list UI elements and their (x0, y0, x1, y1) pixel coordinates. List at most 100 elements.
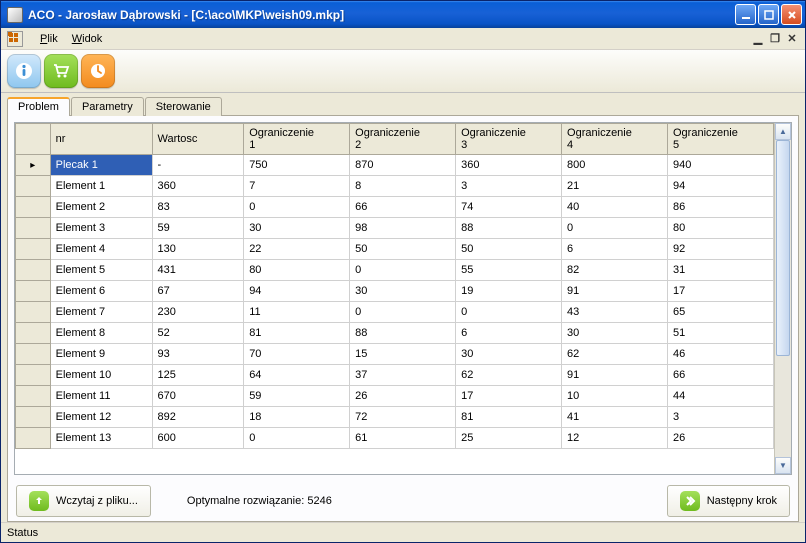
cell[interactable]: 70 (244, 344, 350, 365)
cell[interactable]: 750 (244, 155, 350, 176)
cell[interactable]: 30 (350, 281, 456, 302)
vertical-scrollbar[interactable]: ▲ ▼ (774, 123, 791, 474)
next-step-button[interactable]: Następny krok (667, 485, 790, 517)
cell[interactable]: 40 (562, 197, 668, 218)
cell[interactable]: 88 (456, 218, 562, 239)
cell[interactable]: 86 (668, 197, 774, 218)
row-header[interactable] (16, 302, 51, 323)
table-row[interactable]: Element 12892187281413 (16, 407, 774, 428)
cell[interactable]: 30 (456, 344, 562, 365)
cell[interactable]: 30 (244, 218, 350, 239)
cell[interactable]: 50 (350, 239, 456, 260)
table-row[interactable]: Element 723011004365 (16, 302, 774, 323)
cell[interactable]: 43 (562, 302, 668, 323)
cell[interactable]: 37 (350, 365, 456, 386)
cell[interactable]: 0 (456, 302, 562, 323)
cell[interactable]: 11 (244, 302, 350, 323)
cell[interactable]: Plecak 1 (50, 155, 152, 176)
cell[interactable]: 0 (350, 260, 456, 281)
row-header[interactable] (16, 386, 51, 407)
cell[interactable]: 21 (562, 176, 668, 197)
cell[interactable]: Element 5 (50, 260, 152, 281)
scroll-up-button[interactable]: ▲ (775, 123, 791, 140)
cell[interactable]: Element 3 (50, 218, 152, 239)
table-row[interactable]: Element 6679430199117 (16, 281, 774, 302)
cell[interactable]: Element 10 (50, 365, 152, 386)
clock-button[interactable] (81, 54, 115, 88)
cell[interactable]: 6 (456, 323, 562, 344)
cell[interactable]: - (152, 155, 244, 176)
table-row[interactable]: Element 13600061251226 (16, 428, 774, 449)
col-ogr1[interactable]: Ograniczenie1 (244, 124, 350, 155)
cell[interactable]: 80 (244, 260, 350, 281)
cell[interactable]: 0 (244, 428, 350, 449)
cell[interactable]: 62 (562, 344, 668, 365)
cell[interactable]: 870 (350, 155, 456, 176)
row-header[interactable] (16, 239, 51, 260)
scroll-down-button[interactable]: ▼ (775, 457, 791, 474)
col-wartosc[interactable]: Wartosc (152, 124, 244, 155)
cell[interactable]: 3 (668, 407, 774, 428)
cell[interactable]: Element 1 (50, 176, 152, 197)
cell[interactable]: 64 (244, 365, 350, 386)
cell[interactable]: 8 (350, 176, 456, 197)
cell[interactable]: Element 11 (50, 386, 152, 407)
cell[interactable]: 0 (562, 218, 668, 239)
cell[interactable]: 130 (152, 239, 244, 260)
row-header[interactable] (16, 365, 51, 386)
row-header[interactable] (16, 218, 51, 239)
cell[interactable]: Element 8 (50, 323, 152, 344)
cell[interactable]: 61 (350, 428, 456, 449)
table-row[interactable]: Element 5431800558231 (16, 260, 774, 281)
cell[interactable]: 431 (152, 260, 244, 281)
col-nr[interactable]: nr (50, 124, 152, 155)
cell[interactable]: 74 (456, 197, 562, 218)
cell[interactable]: 94 (244, 281, 350, 302)
cell[interactable]: 12 (562, 428, 668, 449)
mdi-close-button[interactable]: ✕ (785, 32, 799, 46)
cell[interactable]: 26 (350, 386, 456, 407)
tab-parametry[interactable]: Parametry (71, 97, 144, 116)
cell[interactable]: 3 (456, 176, 562, 197)
cell[interactable]: 125 (152, 365, 244, 386)
cell[interactable]: 82 (562, 260, 668, 281)
table-row[interactable]: Element 101256437629166 (16, 365, 774, 386)
table-row[interactable]: Plecak 1-750870360800940 (16, 155, 774, 176)
cell[interactable]: 15 (350, 344, 456, 365)
cell[interactable]: 81 (456, 407, 562, 428)
col-ogr2[interactable]: Ograniczenie2 (350, 124, 456, 155)
mdi-child-icon[interactable] (7, 31, 23, 47)
row-header[interactable] (16, 323, 51, 344)
row-header[interactable] (16, 281, 51, 302)
cell[interactable]: 52 (152, 323, 244, 344)
table-row[interactable]: Element 852818863051 (16, 323, 774, 344)
col-ogr4[interactable]: Ograniczenie4 (562, 124, 668, 155)
cell[interactable]: Element 4 (50, 239, 152, 260)
minimize-button[interactable] (735, 4, 756, 25)
cell[interactable]: 94 (668, 176, 774, 197)
scroll-thumb[interactable] (776, 140, 790, 356)
cell[interactable]: 98 (350, 218, 456, 239)
cell[interactable]: 0 (350, 302, 456, 323)
cell[interactable]: 670 (152, 386, 244, 407)
cell[interactable]: 17 (668, 281, 774, 302)
cell[interactable]: Element 6 (50, 281, 152, 302)
cell[interactable]: 80 (668, 218, 774, 239)
cell[interactable]: 31 (668, 260, 774, 281)
cell[interactable]: 30 (562, 323, 668, 344)
cell[interactable]: Element 7 (50, 302, 152, 323)
cell[interactable]: Element 12 (50, 407, 152, 428)
data-grid[interactable]: nr Wartosc Ograniczenie1 Ograniczenie2 O… (14, 122, 792, 475)
cell[interactable]: 10 (562, 386, 668, 407)
cell[interactable]: 65 (668, 302, 774, 323)
row-header[interactable] (16, 197, 51, 218)
cell[interactable]: 91 (562, 281, 668, 302)
cell[interactable]: 81 (244, 323, 350, 344)
cell[interactable]: 66 (668, 365, 774, 386)
row-header[interactable] (16, 428, 51, 449)
cell[interactable]: Element 2 (50, 197, 152, 218)
cell[interactable]: 18 (244, 407, 350, 428)
cell[interactable]: 88 (350, 323, 456, 344)
cell[interactable]: 83 (152, 197, 244, 218)
cell[interactable]: 17 (456, 386, 562, 407)
